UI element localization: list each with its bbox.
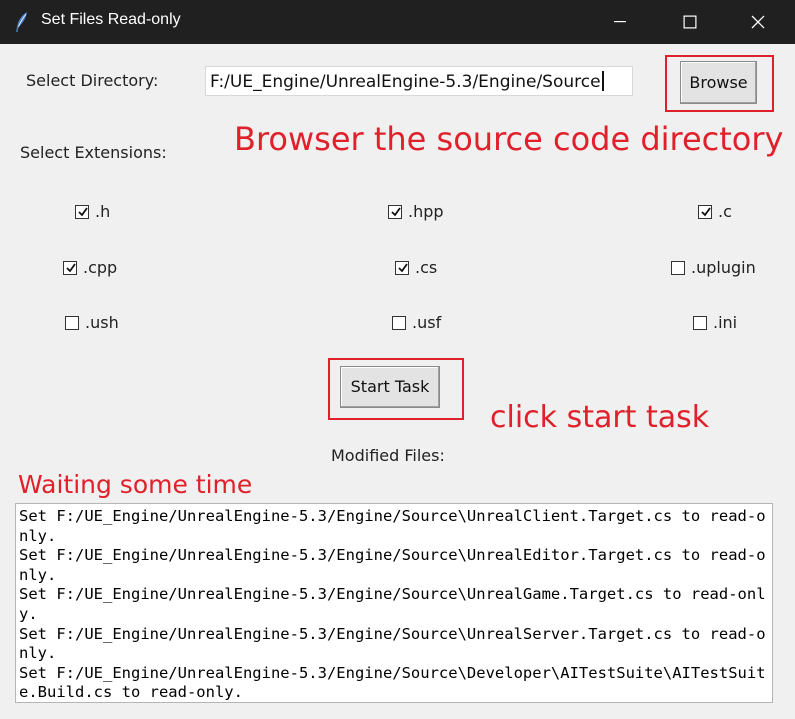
checkbox-box[interactable] — [698, 204, 712, 219]
feather-icon — [14, 11, 30, 33]
checkbox-cpp[interactable]: .cpp — [63, 258, 117, 277]
maximize-button[interactable] — [662, 0, 718, 44]
check-icon — [66, 262, 76, 272]
check-icon — [398, 262, 408, 272]
annotation-wait: Waiting some time — [18, 470, 253, 499]
checkbox-ush[interactable]: .ush — [65, 313, 119, 332]
check-icon — [391, 206, 401, 216]
select-extensions-label: Select Extensions: — [20, 143, 167, 162]
checkbox-box[interactable] — [671, 260, 685, 275]
annotation-start: click start task — [490, 400, 710, 435]
checkbox-label: .cs — [415, 258, 438, 277]
minimize-button[interactable] — [592, 0, 648, 44]
checkbox-box[interactable] — [65, 315, 79, 330]
checkbox-cs[interactable]: .cs — [395, 258, 437, 277]
title-bar: Set Files Read-only — [0, 0, 795, 44]
checkbox-box[interactable] — [693, 315, 707, 330]
checkbox-box[interactable] — [392, 315, 406, 330]
checkbox-hpp[interactable]: .hpp — [388, 202, 444, 221]
directory-input[interactable]: F:/UE_Engine/UnrealEngine-5.3/Engine/Sou… — [205, 66, 633, 96]
log-line: Set F:/UE_Engine/UnrealEngine-5.3/Engine… — [19, 546, 766, 584]
checkbox-label: .cpp — [83, 258, 118, 277]
close-icon — [751, 15, 765, 29]
checkbox-box[interactable] — [395, 260, 409, 275]
annotation-box-browse — [665, 55, 774, 112]
checkbox-label: .c — [718, 202, 732, 221]
directory-input-value: F:/UE_Engine/UnrealEngine-5.3/Engine/Sou… — [210, 72, 601, 92]
checkbox-label: .ini — [713, 313, 738, 332]
check-icon — [701, 206, 711, 216]
modified-files-label: Modified Files: — [331, 446, 445, 465]
checkbox-uplugin[interactable]: .uplugin — [671, 258, 756, 277]
maximize-icon — [683, 15, 697, 29]
checkbox-box[interactable] — [63, 260, 77, 275]
checkbox-h[interactable]: .h — [75, 202, 110, 221]
checkbox-box[interactable] — [388, 204, 402, 219]
log-line: Set F:/UE_Engine/UnrealEngine-5.3/Engine… — [19, 624, 766, 663]
log-line: Set F:/UE_Engine/UnrealEngine-5.3/Engine… — [19, 507, 766, 545]
close-button[interactable] — [730, 0, 786, 44]
checkbox-label: .uplugin — [691, 258, 756, 277]
checkbox-ini[interactable]: .ini — [693, 313, 737, 332]
check-icon — [78, 206, 88, 216]
annotation-box-start — [328, 358, 464, 420]
log-line: Set F:/UE_Engine/UnrealEngine-5.3/Engine… — [19, 585, 766, 623]
select-directory-label: Select Directory: — [26, 71, 159, 90]
log-line: Set F:/UE_Engine/UnrealEngine-5.3/Engine… — [19, 663, 766, 702]
checkbox-label: .hpp — [408, 202, 444, 221]
window-title: Set Files Read-only — [41, 11, 181, 28]
text-caret — [601, 71, 604, 91]
checkbox-c[interactable]: .c — [698, 202, 732, 221]
annotation-browse: Browser the source code directory — [234, 120, 784, 158]
checkbox-label: .ush — [85, 313, 119, 332]
checkbox-box[interactable] — [75, 204, 89, 219]
checkbox-label: .h — [95, 202, 111, 221]
minimize-icon — [614, 21, 626, 23]
checkbox-label: .usf — [412, 313, 442, 332]
checkbox-usf[interactable]: .usf — [392, 313, 441, 332]
modified-files-log[interactable]: Set F:/UE_Engine/UnrealEngine-5.3/Engine… — [15, 503, 773, 703]
